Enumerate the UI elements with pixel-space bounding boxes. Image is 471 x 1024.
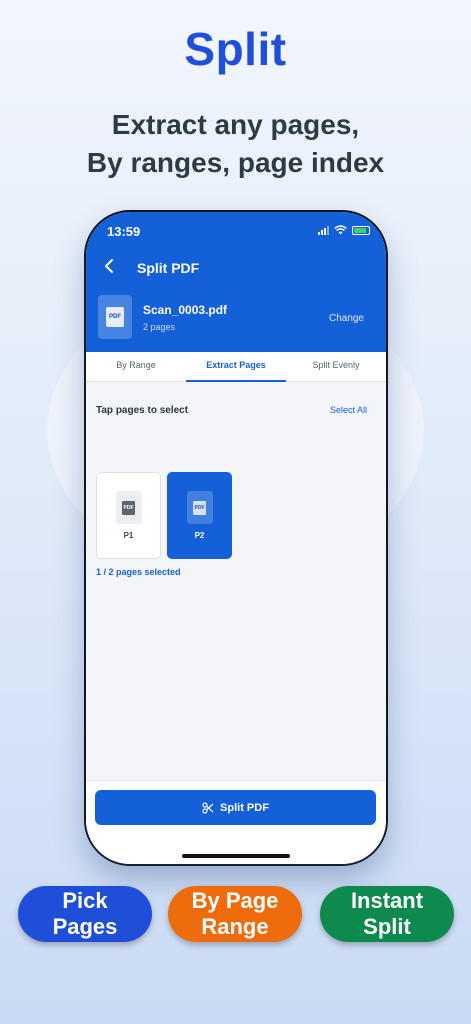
feature-pill-line-2: Pages [52,914,118,939]
feature-pill-line-1: Instant [350,888,424,913]
tab-by-range[interactable]: By Range [86,352,186,382]
file-thumbnail: PDF [98,295,132,339]
feature-pill-pick-pages: Pick Pages [18,886,152,942]
status-icons [318,225,370,235]
page-selection-area: Tap pages to select Select All PDF P1 PD… [86,382,386,780]
page-label: P1 [123,531,134,540]
pdf-file-icon: PDF [106,307,124,327]
selection-status: 1 / 2 pages selected [96,567,181,577]
phone-frame: 13:59 Split PDF PDF Scan_0003.pdf 2 page… [86,212,386,864]
chevron-left-icon[interactable] [104,256,114,279]
tab-split-evenly[interactable]: Split Evenly [286,352,386,382]
feature-pill-line-1: Pick [62,888,108,913]
file-page-count: 2 pages [143,322,176,332]
page-label: P2 [194,531,205,540]
hero-title: Split [184,23,287,75]
tab-extract-pages[interactable]: Extract Pages [186,352,286,382]
page-card-p1[interactable]: PDF P1 [96,472,161,559]
file-name: Scan_0003.pdf [143,303,228,317]
page-thumbnail: PDF [186,491,213,524]
cellular-signal-icon [318,225,329,235]
feature-pill-by-page-range: By Page Range [168,886,302,942]
screen-title: Split PDF [137,260,200,276]
split-pdf-button-label: Split PDF [220,801,269,814]
hero-subtitle-line-2: By ranges, page index [86,147,385,178]
wifi-icon [334,225,347,235]
split-pdf-button[interactable]: Split PDF [95,790,376,825]
battery-icon [352,225,370,235]
feature-pill-line-1: By Page [191,888,279,913]
select-all-button[interactable]: Select All [330,405,367,415]
instruction-label: Tap pages to select [96,405,189,416]
hero-subtitle: Extract any pages, By ranges, page index [0,106,471,182]
scissors-icon [202,801,214,814]
page-card-p2[interactable]: PDF P2 [167,472,232,559]
feature-pill-line-2: Range [201,914,269,939]
feature-pill-instant-split: Instant Split [320,886,454,942]
home-indicator [182,854,290,858]
status-time: 13:59 [107,224,141,239]
hero-subtitle-line-1: Extract any pages, [111,109,360,140]
pdf-file-icon: PDF [193,500,206,515]
action-footer: Split PDF [86,780,386,864]
change-file-button[interactable]: Change [329,313,364,324]
mode-tabs: By Range Extract Pages Split Evenly [86,352,386,382]
app-header: 13:59 Split PDF PDF Scan_0003.pdf 2 page… [86,212,386,352]
feature-pill-line-2: Split [363,914,411,939]
page-thumbnail: PDF [115,491,142,524]
pdf-file-icon: PDF [122,500,135,515]
